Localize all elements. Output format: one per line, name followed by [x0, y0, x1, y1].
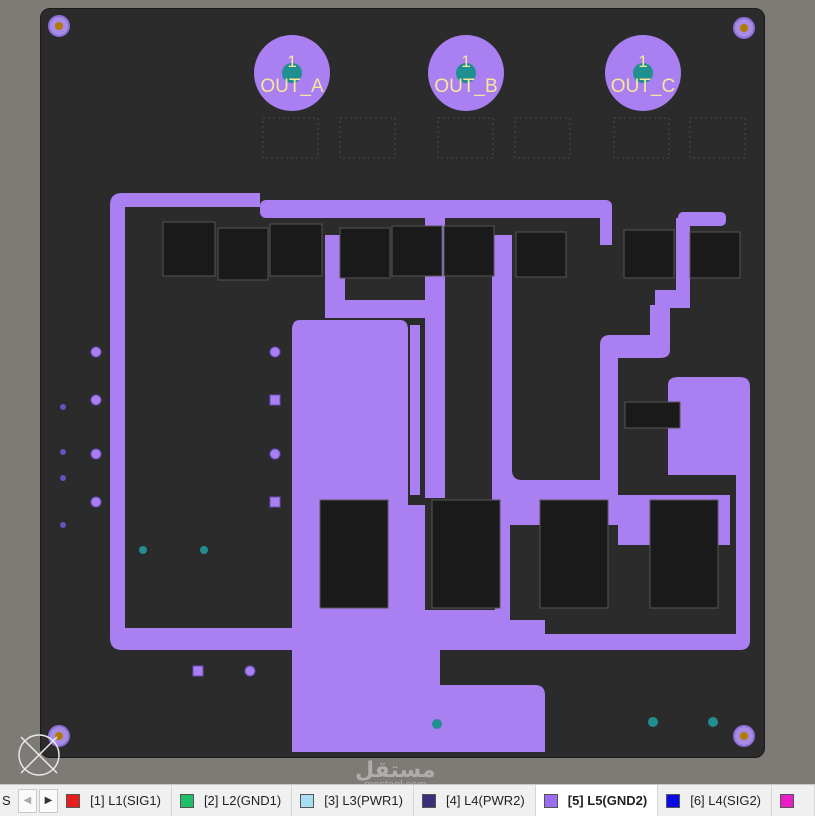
layer-tab-l5[interactable]: [5] L5(GND2): [535, 785, 659, 816]
scroll-right-icon[interactable]: ▶: [38, 788, 59, 813]
layer-tab-next[interactable]: [772, 785, 815, 816]
mount-hole-top-left: [48, 15, 70, 37]
mount-hole-bottom-right: [733, 725, 755, 747]
output-pads: [254, 35, 681, 111]
layer-color-swatch: [179, 793, 194, 808]
layer-tab-label: [5] L5(GND2): [567, 793, 648, 808]
layer-tab-l6[interactable]: [6] L4(SIG2): [658, 785, 773, 816]
layer-color-swatch: [66, 793, 81, 808]
layer-tab-label: [3] L3(PWR1): [324, 793, 403, 808]
layer-color-swatch: [780, 793, 795, 808]
origin-marker-icon: [18, 734, 60, 776]
pad-number-out-a: 1: [287, 52, 297, 71]
components: [162, 221, 741, 609]
layer-tab-l3[interactable]: [3] L3(PWR1): [292, 785, 414, 816]
layer-color-swatch: [666, 793, 681, 808]
pad-number-out-b: 1: [461, 52, 471, 71]
layer-tab-label: [2] L2(GND1): [203, 793, 282, 808]
layer-tab-label: [4] L4(PWR2): [446, 793, 525, 808]
net-label-out-c: OUT_C: [610, 76, 676, 97]
pad-number-out-c: 1: [638, 52, 648, 71]
layer-tab-label: [6] L4(SIG2): [690, 793, 762, 808]
layer-tab-bar: S ◀ ▶ [1] L1(SIG1) [2] L2(GND1) [3] L3(P…: [0, 784, 815, 816]
layer-color-swatch: [543, 793, 558, 808]
layer-color-swatch: [300, 793, 315, 808]
layer-color-swatch: [422, 793, 436, 808]
footprint-outlines: [262, 117, 746, 159]
pcb-layout-canvas[interactable]: [0, 0, 815, 815]
scroll-left-icon[interactable]: ◀: [17, 788, 37, 813]
net-label-out-b: OUT_B: [434, 76, 498, 97]
layer-tab-l1[interactable]: [1] L1(SIG1): [58, 785, 172, 816]
net-label-out-a: OUT_A: [260, 76, 324, 97]
layer-tab-l2[interactable]: [2] L2(GND1): [172, 785, 293, 816]
layer-tab-label: [1] L1(SIG1): [90, 793, 161, 808]
mount-hole-top-right: [733, 17, 755, 39]
layer-tab-truncated[interactable]: S: [0, 793, 16, 808]
layer-tab-l4[interactable]: [4] L4(PWR2): [414, 785, 536, 816]
